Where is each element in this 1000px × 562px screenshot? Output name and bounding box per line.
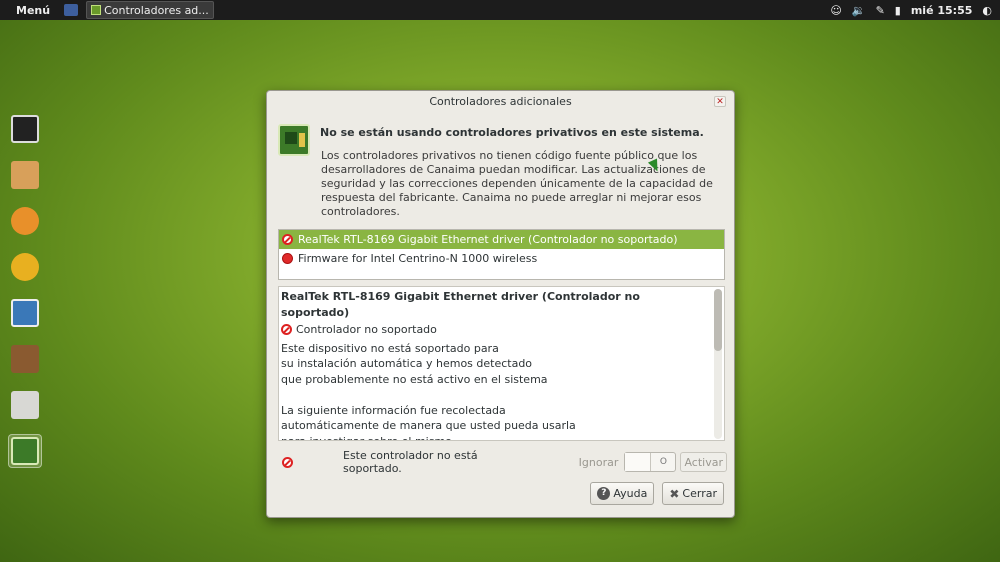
power-icon[interactable]: ◐ xyxy=(982,4,992,17)
speaker-icon xyxy=(11,345,39,373)
dock xyxy=(8,112,44,480)
help-button[interactable]: ? Ayuda xyxy=(590,482,655,505)
toggle-knob xyxy=(625,453,652,471)
driver-details-pane: RealTek RTL-8169 Gigabit Ethernet driver… xyxy=(278,286,725,441)
thunderbird-icon xyxy=(11,253,39,281)
hardware-card-icon xyxy=(278,124,310,156)
dock-item-trash[interactable] xyxy=(8,388,42,422)
driver-item-label: RealTek RTL-8169 Gigabit Ethernet driver… xyxy=(298,233,678,246)
dialog-title: Controladores adicionales xyxy=(429,95,572,108)
ignore-toggle[interactable]: O xyxy=(624,452,677,472)
driver-item-realtek[interactable]: RealTek RTL-8169 Gigabit Ethernet driver… xyxy=(279,230,724,249)
menu-button[interactable]: Menú xyxy=(0,4,64,17)
dialog-buttons: ? Ayuda ✖ Cerrar xyxy=(590,482,724,505)
inactive-status-icon xyxy=(282,253,293,264)
system-tray: ☺ 🔉 ✎ ▮ mié 15:55 ◐ xyxy=(830,4,1000,17)
dialog-titlebar[interactable]: Controladores adicionales ✕ xyxy=(267,91,734,112)
status-text: Este controlador no está soportado. xyxy=(343,449,478,475)
firefox-icon xyxy=(11,207,39,235)
unsupported-icon xyxy=(282,456,293,468)
details-title: RealTek RTL-8169 Gigabit Ethernet driver… xyxy=(281,290,640,319)
network-icon[interactable]: ✎ xyxy=(876,4,885,17)
unsupported-icon xyxy=(282,234,293,245)
trash-icon xyxy=(11,391,39,419)
details-scrollbar[interactable] xyxy=(714,289,722,439)
details-status-label: Controlador no soportado xyxy=(296,323,437,336)
accessibility-icon[interactable]: ☺ xyxy=(830,4,841,17)
dock-item-monitor[interactable] xyxy=(8,112,42,146)
taskbar-item[interactable]: Controladores ad... xyxy=(86,1,214,19)
close-icon: ✖ xyxy=(669,486,680,501)
close-button-label: Cerrar xyxy=(682,487,717,500)
drivers-icon xyxy=(91,5,102,15)
scrollbar-thumb[interactable] xyxy=(714,289,722,351)
drivers-icon xyxy=(11,437,39,465)
taskbar-item-label: Controladores ad... xyxy=(104,3,209,17)
dock-item-writer[interactable] xyxy=(8,296,42,330)
status-row: Este controlador no está soportado. Igno… xyxy=(282,449,727,475)
driver-item-intel-firmware[interactable]: Firmware for Intel Centrino-N 1000 wirel… xyxy=(279,249,724,268)
volume-icon[interactable]: 🔉 xyxy=(852,4,866,17)
ignore-label: Ignorar xyxy=(578,455,619,469)
dock-item-firefox[interactable] xyxy=(8,204,42,238)
driver-list: RealTek RTL-8169 Gigabit Ethernet driver… xyxy=(278,229,725,280)
dock-item-drivers[interactable] xyxy=(8,434,42,468)
details-body: Este dispositivo no está soportado para … xyxy=(281,341,576,441)
home-folder-icon xyxy=(11,161,39,189)
dock-item-home[interactable] xyxy=(8,158,42,192)
dock-item-thunderbird[interactable] xyxy=(8,250,42,284)
toggle-off-glyph: O xyxy=(659,457,667,467)
activate-button[interactable]: Activar xyxy=(680,452,727,472)
battery-icon[interactable]: ▮ xyxy=(895,4,901,17)
dock-item-speaker[interactable] xyxy=(8,342,42,376)
help-icon: ? xyxy=(597,487,611,500)
writer-icon xyxy=(11,299,39,327)
briefcase-icon[interactable] xyxy=(64,4,79,16)
monitor-icon xyxy=(11,115,39,143)
additional-drivers-dialog: Controladores adicionales ✕ No se están … xyxy=(266,90,735,518)
unsupported-icon xyxy=(281,324,292,336)
help-button-label: Ayuda xyxy=(613,487,648,500)
clock[interactable]: mié 15:55 xyxy=(911,4,973,17)
close-icon[interactable]: ✕ xyxy=(714,96,726,107)
driver-item-label: Firmware for Intel Centrino-N 1000 wirel… xyxy=(298,252,538,265)
details-status: Controlador no soportado xyxy=(281,322,711,338)
top-panel: Menú Controladores ad... ☺ 🔉 ✎ ▮ mié 15:… xyxy=(0,0,1000,20)
close-button[interactable]: ✖ Cerrar xyxy=(662,482,724,505)
